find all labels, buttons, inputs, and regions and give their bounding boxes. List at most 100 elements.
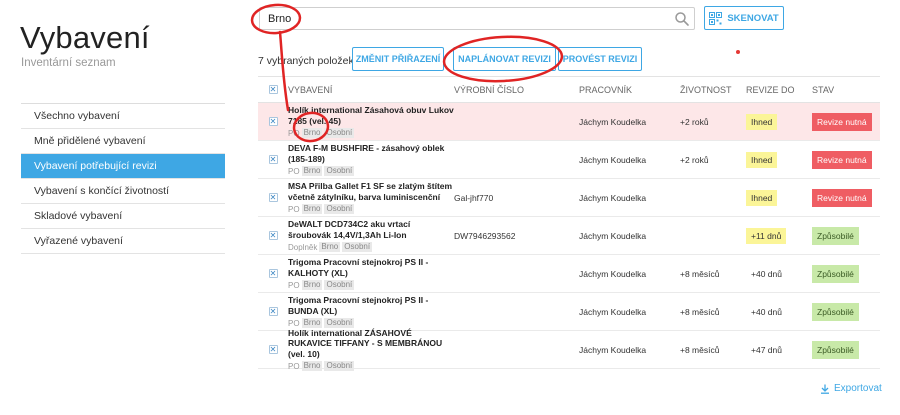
lifetime-value: +8 měsíců (680, 268, 720, 279)
item-category: PO (288, 166, 300, 176)
item-name[interactable]: Trigoma Pracovní stejnokroj PS II - BUND… (288, 295, 454, 316)
table-row[interactable]: ✕ Holík international ZÁSAHOVÉ RUKAVICE … (258, 328, 880, 372)
lifetime-value: +2 roků (680, 116, 709, 127)
plan-revision-button[interactable]: NAPLÁNOVAT REVIZI (453, 47, 556, 71)
download-icon (821, 384, 829, 394)
table-row[interactable]: ✕ MSA Přilba Gallet F1 SF se zlatým štít… (258, 179, 880, 217)
worker-name: Jáchym Koudelka (579, 192, 647, 203)
sidebar-item-all[interactable]: Všechno vybavení (21, 104, 225, 129)
row-checkbox[interactable]: ✕ (268, 231, 278, 240)
item-name[interactable]: Holík international Zásahová obuv Lukov … (288, 105, 454, 126)
qr-code-icon (709, 11, 723, 25)
tag: Osobní (324, 318, 355, 328)
revision-badge: +40 dnů (751, 268, 782, 279)
row-checkbox[interactable]: ✕ (268, 269, 278, 278)
worker-name: Jáchym Koudelka (579, 306, 647, 317)
red-dot-marker (736, 50, 740, 54)
worker-name: Jáchym Koudelka (579, 154, 647, 165)
search-input[interactable] (260, 8, 660, 29)
item-name[interactable]: MSA Přilba Gallet F1 SF se zlatým štítem… (288, 181, 454, 202)
serial-number: Gal-jhf770 (454, 192, 494, 203)
select-all-checkbox[interactable]: ✕ (268, 85, 278, 94)
search-box (259, 7, 695, 30)
revision-badge: Ihned (746, 189, 778, 206)
worker-name: Jáchym Koudelka (579, 230, 647, 241)
change-assignment-button[interactable]: ZMĚNIT PŘIŘAZENÍ (352, 47, 444, 71)
tag: Brno (301, 204, 323, 214)
column-header[interactable]: REVIZE DO (746, 85, 812, 95)
row-checkbox[interactable]: ✕ (268, 117, 278, 126)
lifetime-value: +8 měsíců (680, 344, 720, 355)
revision-badge: +47 dnů (751, 344, 782, 355)
status-badge: Revize nutná (812, 188, 872, 207)
tag: Brno (301, 166, 323, 176)
lifetime-value: +2 roků (680, 154, 709, 165)
worker-name: Jáchym Koudelka (579, 268, 647, 279)
status-badge: Způsobilé (812, 340, 859, 359)
tag: Brno (301, 318, 323, 328)
item-category: PO (288, 280, 300, 290)
tag: Brno (301, 280, 323, 290)
table-row[interactable]: ✕ Trigoma Pracovní stejnokroj PS II - BU… (258, 293, 880, 331)
item-category: PO (288, 128, 300, 138)
worker-name: Jáchym Koudelka (579, 116, 647, 127)
sidebar-item-mine[interactable]: Mně přidělené vybavení (21, 129, 225, 154)
status-badge: Způsobilé (812, 302, 859, 321)
table-row[interactable]: ✕ DEVA F-M BUSHFIRE - zásahový oblek (18… (258, 141, 880, 179)
row-checkbox[interactable]: ✕ (268, 193, 278, 202)
status-badge: Způsobilé (812, 226, 859, 245)
perform-revision-button[interactable]: PROVÉST REVIZI (558, 47, 642, 71)
column-header[interactable]: VÝROBNÍ ČÍSLO (454, 85, 579, 95)
page-subtitle: Inventární seznam (21, 57, 116, 69)
revision-badge: +11 dnů (746, 227, 787, 244)
item-category: PO (288, 318, 300, 328)
item-name[interactable]: DeWALT DCD734C2 aku vrtací šroubovák 14,… (288, 219, 454, 240)
row-checkbox[interactable]: ✕ (268, 155, 278, 164)
tag: Osobní (324, 166, 355, 176)
export-link[interactable]: Exportovat (820, 383, 882, 394)
revision-badge: Ihned (746, 113, 778, 130)
worker-name: Jáchym Koudelka (579, 344, 647, 355)
item-category: Doplněk (288, 242, 318, 252)
table-row[interactable]: ✕ Holík international Zásahová obuv Luko… (258, 103, 880, 141)
status-badge: Revize nutná (812, 112, 872, 131)
sidebar-item-needs-revision[interactable]: Vybavení potřebující revizi (21, 154, 225, 179)
sidebar-item-retired[interactable]: Vyřazené vybavení (21, 229, 225, 254)
table-header: ✕ VYBAVENÍ VÝROBNÍ ČÍSLO PRACOVNÍK ŽIVOT… (258, 77, 880, 103)
status-badge: Způsobilé (812, 264, 859, 283)
sidebar-item-stock[interactable]: Skladové vybavení (21, 204, 225, 229)
item-category: PO (288, 361, 300, 371)
export-label: Exportovat (834, 383, 882, 394)
column-header[interactable]: ŽIVOTNOST (680, 85, 746, 95)
revision-badge: Ihned (746, 151, 778, 168)
tag: Brno (319, 242, 341, 252)
tag: Osobní (342, 242, 373, 252)
tag: Osobní (324, 204, 355, 214)
equipment-table: ✕ VYBAVENÍ VÝROBNÍ ČÍSLO PRACOVNÍK ŽIVOT… (258, 76, 880, 372)
status-badge: Revize nutná (812, 150, 872, 169)
tag: Osobní (324, 280, 355, 290)
tag: Brno (301, 128, 323, 138)
item-category: PO (288, 204, 300, 214)
row-checkbox[interactable]: ✕ (268, 307, 278, 316)
scan-button-label: SKENOVAT (727, 12, 779, 24)
selected-count: 7 vybraných položek: (258, 55, 357, 67)
scan-button[interactable]: SKENOVAT (704, 6, 784, 30)
page-title: Vybavení (20, 20, 150, 55)
search-icon[interactable] (674, 11, 690, 27)
serial-number: DW7946293562 (454, 230, 516, 241)
column-header[interactable]: PRACOVNÍK (579, 85, 680, 95)
tag: Osobní (324, 128, 355, 138)
row-checkbox[interactable]: ✕ (268, 345, 278, 354)
item-name[interactable]: DEVA F-M BUSHFIRE - zásahový oblek (185-… (288, 143, 454, 164)
sidebar-nav: Všechno vybavení Mně přidělené vybavení … (21, 103, 225, 254)
column-header[interactable]: STAV (812, 85, 880, 95)
column-header[interactable]: VYBAVENÍ (288, 85, 454, 95)
table-row[interactable]: ✕ Trigoma Pracovní stejnokroj PS II - KA… (258, 255, 880, 293)
item-name[interactable]: Holík international ZÁSAHOVÉ RUKAVICE TI… (288, 328, 454, 360)
tag: Brno (301, 361, 323, 372)
item-name[interactable]: Trigoma Pracovní stejnokroj PS II - KALH… (288, 257, 454, 278)
table-row[interactable]: ✕ DeWALT DCD734C2 aku vrtací šroubovák 1… (258, 217, 880, 255)
lifetime-value: +8 měsíců (680, 306, 720, 317)
sidebar-item-ending-life[interactable]: Vybavení s končící životností (21, 179, 225, 204)
